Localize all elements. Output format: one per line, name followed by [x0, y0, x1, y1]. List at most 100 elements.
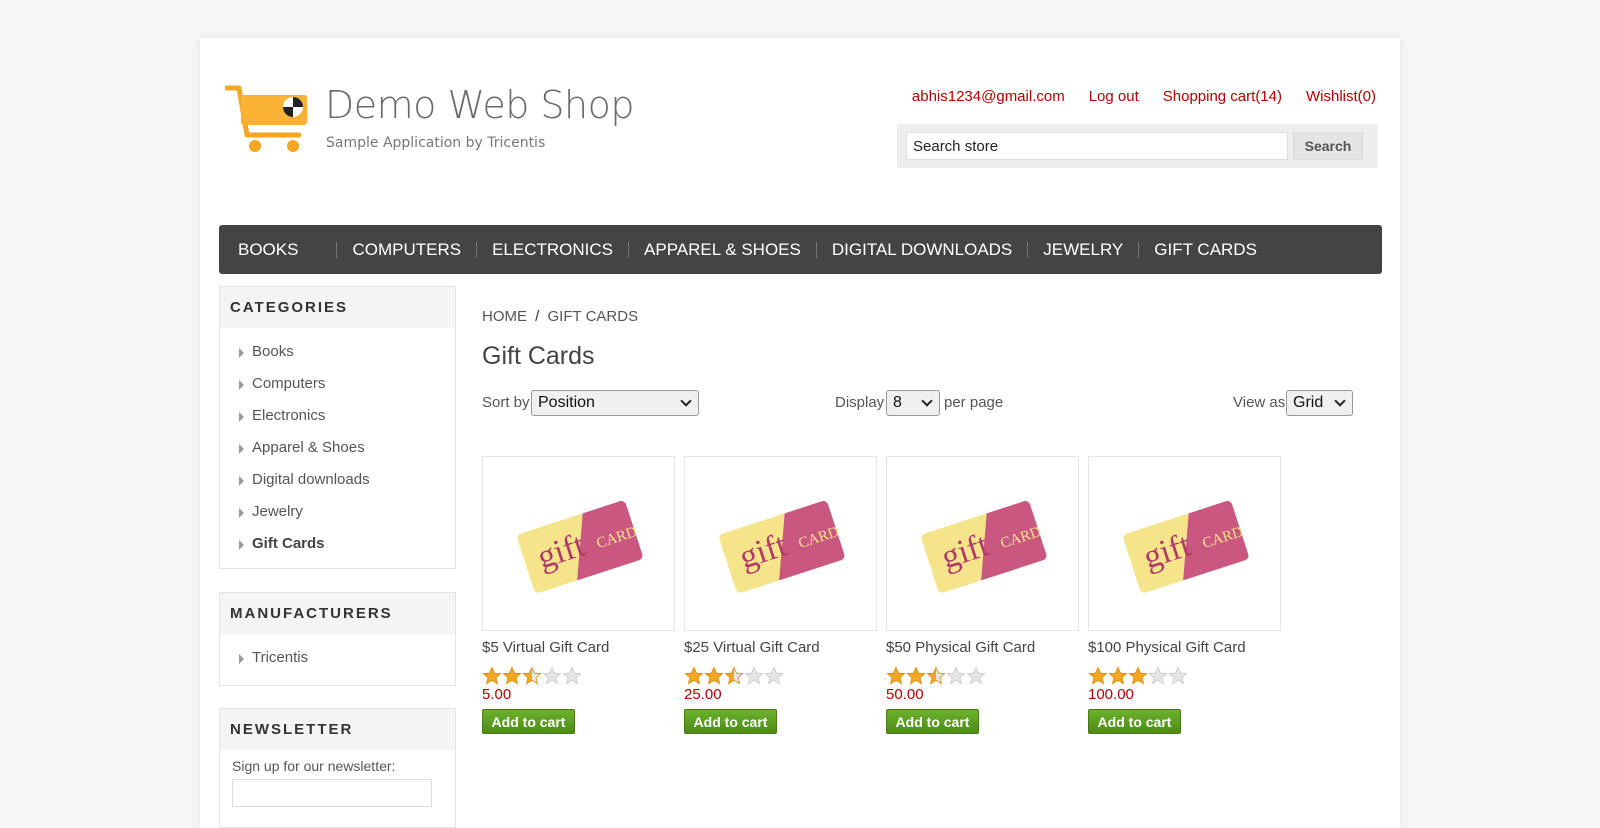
product-item: gift CARD $5 Virtual Gift Card 5.00 Add to c…	[482, 456, 677, 734]
product-title[interactable]: $25 Virtual Gift Card	[684, 639, 879, 656]
category-label: Apparel & Shoes	[252, 439, 365, 456]
logout-link[interactable]: Log out	[1089, 88, 1139, 105]
sort-value: Position	[538, 394, 595, 411]
product-price: 100.00	[1088, 686, 1134, 703]
category-apparel-shoes[interactable]: Apparel & Shoes	[220, 432, 455, 464]
rating-star-icon	[1088, 666, 1108, 685]
category-books[interactable]: Books	[220, 336, 455, 368]
arrow-right-icon	[239, 540, 244, 550]
manufacturer-tricentis[interactable]: Tricentis	[220, 642, 455, 674]
chevron-down-icon	[1334, 395, 1346, 407]
menu-item-digital-downloads[interactable]: DIGITAL DOWNLOADS	[832, 240, 1012, 260]
menu-item-gift-cards[interactable]: GIFT CARDS	[1154, 240, 1257, 260]
categories-list: Books Computers Electronics Apparel & Sh…	[220, 328, 455, 560]
product-image[interactable]: gift CARD	[684, 456, 877, 631]
arrow-right-icon	[239, 476, 244, 486]
category-label: Gift Cards	[252, 535, 325, 552]
category-gift-cards[interactable]: Gift Cards	[220, 528, 455, 560]
add-to-cart-button[interactable]: Add to cart	[1088, 709, 1181, 734]
page-size-select[interactable]: 8	[886, 390, 940, 416]
product-image[interactable]: gift CARD	[1088, 456, 1281, 631]
add-to-cart-button[interactable]: Add to cart	[684, 709, 777, 734]
rating-star-icon	[724, 666, 744, 685]
product-image[interactable]: gift CARD	[482, 456, 675, 631]
shopping-cart-link[interactable]: Shopping cart(14)	[1163, 88, 1282, 105]
menu-separator	[336, 241, 338, 258]
page-size-value: 8	[893, 394, 902, 411]
gift-card-image: gift CARD	[516, 500, 642, 593]
product-image[interactable]: gift CARD	[886, 456, 1079, 631]
product-item: gift CARD $25 Virtual Gift Card 25.00 Add to…	[684, 456, 879, 734]
newsletter-email-input[interactable]	[232, 779, 432, 807]
chevron-down-icon	[921, 395, 933, 407]
rating-star-icon	[1108, 666, 1128, 685]
search-button[interactable]: Search	[1293, 132, 1363, 160]
product-title[interactable]: $50 Physical Gift Card	[886, 639, 1081, 656]
gift-card-image: gift CARD	[718, 500, 844, 593]
breadcrumb-home[interactable]: HOME	[482, 308, 527, 325]
categories-title: CATEGORIES	[220, 287, 455, 328]
category-label: Books	[252, 343, 294, 360]
menu-separator	[815, 241, 817, 258]
page-container: Demo Web Shop Sample Application by Tric…	[200, 38, 1400, 828]
rating-star-icon	[1148, 666, 1168, 685]
menu-item-books[interactable]: BOOKS	[238, 240, 298, 260]
display-label: Display	[835, 394, 885, 411]
category-computers[interactable]: Computers	[220, 368, 455, 400]
view-mode-value: Grid	[1293, 394, 1324, 411]
rating-star-icon	[1168, 666, 1188, 685]
category-electronics[interactable]: Electronics	[220, 400, 455, 432]
arrow-right-icon	[239, 348, 244, 358]
rating-star-icon	[886, 666, 906, 685]
wishlist-link[interactable]: Wishlist(0)	[1306, 88, 1376, 105]
product-price: 5.00	[482, 686, 512, 703]
category-jewelry[interactable]: Jewelry	[220, 496, 455, 528]
product-rating	[482, 666, 677, 686]
add-to-cart-button[interactable]: Add to cart	[482, 709, 575, 734]
rating-star-icon	[946, 666, 966, 685]
page-title: Gift Cards	[482, 342, 595, 370]
rating-star-icon	[502, 666, 522, 685]
rating-star-icon	[744, 666, 764, 685]
search-input[interactable]	[906, 132, 1288, 160]
arrow-right-icon	[239, 654, 244, 664]
rating-star-icon	[764, 666, 784, 685]
account-link[interactable]: abhis1234@gmail.com	[912, 88, 1065, 105]
product-title[interactable]: $100 Physical Gift Card	[1088, 639, 1283, 656]
category-label: Jewelry	[252, 503, 303, 520]
sort-select[interactable]: Position	[531, 390, 699, 416]
product-title[interactable]: $5 Virtual Gift Card	[482, 639, 677, 656]
menu-item-electronics[interactable]: ELECTRONICS	[492, 240, 613, 260]
arrow-right-icon	[239, 508, 244, 518]
rating-star-icon	[704, 666, 724, 685]
menu-separator	[476, 241, 478, 258]
menu-separator	[1138, 241, 1140, 258]
arrow-right-icon	[239, 380, 244, 390]
chevron-down-icon	[680, 395, 692, 407]
add-to-cart-button[interactable]: Add to cart	[886, 709, 979, 734]
product-rating	[886, 666, 1081, 686]
product-rating	[684, 666, 879, 686]
gift-card-image: gift CARD	[1122, 500, 1248, 593]
category-label: Electronics	[252, 407, 326, 424]
newsletter-block: NEWSLETTER Sign up for our newsletter:	[219, 708, 456, 828]
menu-item-jewelry[interactable]: JEWELRY	[1043, 240, 1123, 260]
manufacturers-list: Tricentis	[220, 634, 455, 674]
manufacturer-label: Tricentis	[252, 649, 309, 666]
rating-star-icon	[906, 666, 926, 685]
menu-item-apparel-shoes[interactable]: APPAREL & SHOES	[644, 240, 801, 260]
product-price: 25.00	[684, 686, 722, 703]
header-links: abhis1234@gmail.com Log out Shopping cart(…	[888, 88, 1376, 105]
category-digital-downloads[interactable]: Digital downloads	[220, 464, 455, 496]
menu-item-computers[interactable]: COMPUTERS	[352, 240, 461, 260]
per-page-label: per page	[944, 394, 1004, 411]
manufacturers-title: MANUFACTURERS	[220, 593, 455, 634]
view-mode-select[interactable]: Grid	[1286, 390, 1353, 416]
product-price: 50.00	[886, 686, 924, 703]
newsletter-text: Sign up for our newsletter:	[232, 758, 396, 774]
rating-star-icon	[482, 666, 502, 685]
rating-star-icon	[522, 666, 542, 685]
arrow-right-icon	[239, 412, 244, 422]
site-logo[interactable]: Demo Web Shop Sample Application by Tric…	[225, 83, 635, 163]
rating-star-icon	[684, 666, 704, 685]
